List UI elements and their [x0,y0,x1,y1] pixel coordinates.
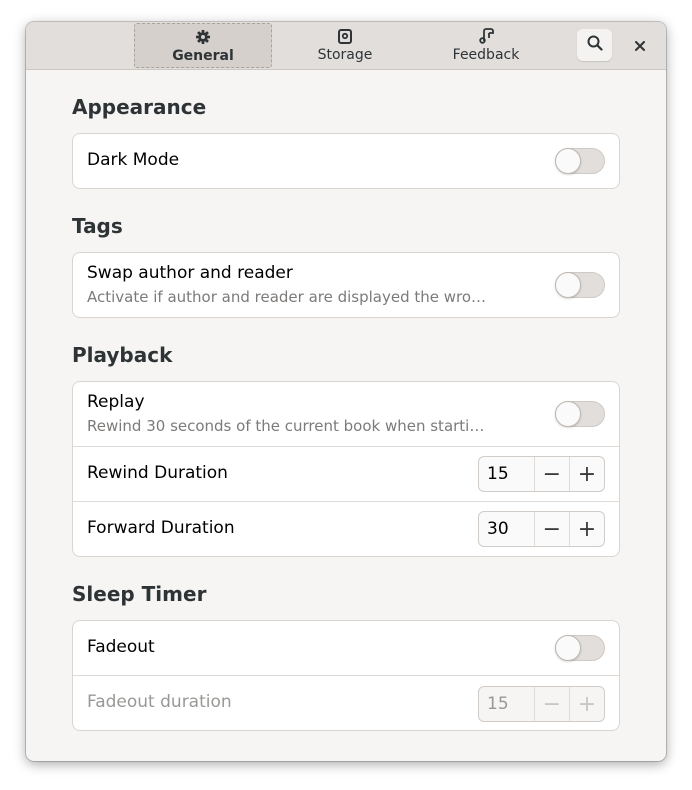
replay-switch[interactable] [555,401,605,427]
search-button[interactable] [577,29,612,61]
swap-author-reader-switch[interactable] [555,272,605,298]
forward-duration-input[interactable]: 30 [479,512,534,546]
section-title-sleep-timer: Sleep Timer [72,582,207,606]
replay-row: Replay Rewind 30 seconds of the current … [73,382,619,446]
fadeout-duration-spinbutton: 15 − + [478,686,605,722]
row-subtitle: Rewind 30 seconds of the current book wh… [87,417,485,435]
dark-mode-row: Dark Mode [73,134,619,188]
forward-duration-row: Forward Duration 30 − + [73,501,619,556]
decrement-button[interactable]: − [533,512,569,546]
row-title: Dark Mode [87,150,180,170]
decrement-button[interactable]: − [533,457,569,491]
dark-mode-switch[interactable] [555,148,605,174]
row-title: Forward Duration [87,518,235,538]
row-subtitle: Activate if author and reader are displa… [87,288,487,306]
switch-knob [555,148,581,174]
row-title: Fadeout duration [87,692,232,712]
tags-card: Swap author and reader Activate if autho… [72,252,620,318]
increment-button[interactable]: + [568,457,604,491]
switch-knob [555,401,581,427]
rewind-duration-spinbutton: 15 − + [478,456,605,492]
tab-label: Feedback [452,47,520,63]
preferences-window: General Storage Feedback Appearance Dark… [26,22,666,761]
playback-card: Replay Rewind 30 seconds of the current … [72,381,620,557]
decrement-button: − [533,687,569,721]
appearance-card: Dark Mode [72,133,620,189]
section-title-appearance: Appearance [72,95,207,119]
rewind-duration-row: Rewind Duration 15 − + [73,446,619,501]
close-button[interactable] [629,34,651,56]
tab-label: Storage [317,47,373,63]
increment-button[interactable]: + [568,512,604,546]
row-title: Swap author and reader [87,263,293,283]
tab-general[interactable]: General [134,23,272,68]
swap-author-reader-row: Swap author and reader Activate if autho… [73,253,619,317]
fadeout-switch[interactable] [555,635,605,661]
forward-duration-spinbutton: 30 − + [478,511,605,547]
gear-icon [195,29,211,45]
switch-knob [555,272,581,298]
switch-knob [555,635,581,661]
fadeout-duration-row: Fadeout duration 15 − + [73,675,619,730]
search-icon [587,35,603,55]
rewind-duration-input[interactable]: 15 [479,457,534,491]
fadeout-duration-input: 15 [487,694,509,714]
tab-feedback[interactable]: Feedback [417,23,555,68]
tab-label: General [172,48,234,64]
section-title-tags: Tags [72,214,123,238]
section-title-playback: Playback [72,343,173,367]
feedback-icon [478,28,494,44]
increment-button: + [568,687,604,721]
header-bar: General Storage Feedback [26,22,666,70]
tab-storage[interactable]: Storage [276,23,414,68]
row-title: Rewind Duration [87,463,228,483]
row-title: Replay [87,392,145,412]
close-icon [635,36,645,55]
fadeout-row: Fadeout [73,621,619,675]
storage-icon [337,28,353,44]
sleep-timer-card: Fadeout Fadeout duration 15 − + [72,620,620,731]
row-title: Fadeout [87,637,155,657]
